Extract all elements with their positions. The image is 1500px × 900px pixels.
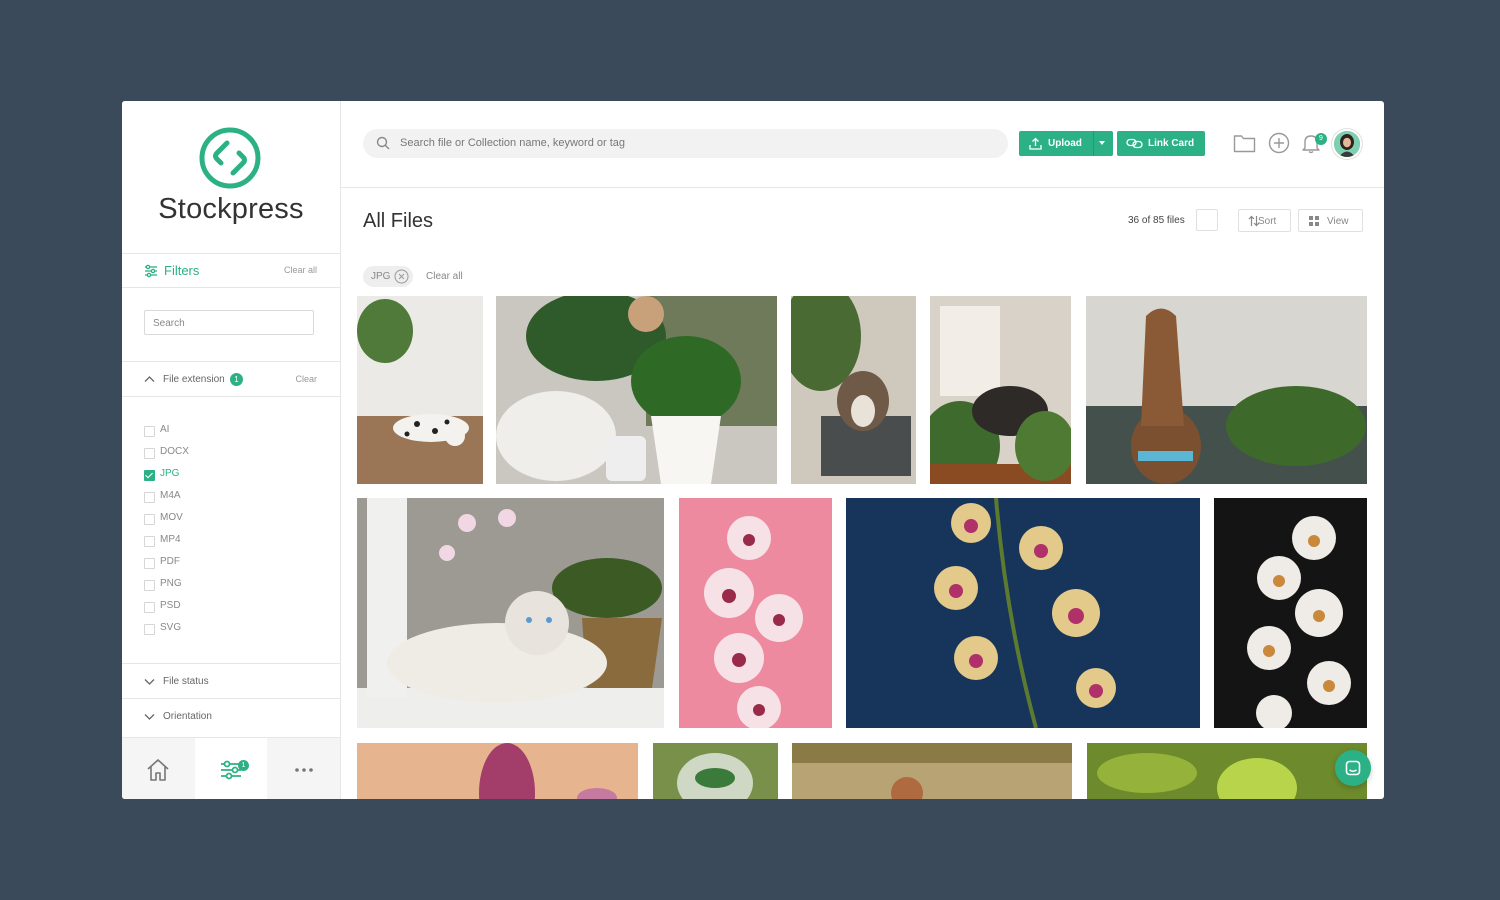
image-tile[interactable] [1214,498,1367,728]
avatar-image [1334,131,1360,157]
file-extension-count-badge: 1 [230,373,243,386]
image-tile[interactable] [792,743,1072,799]
link-card-button[interactable]: Link Card [1117,131,1205,156]
logo-area: Stockpress [122,101,340,254]
chip-label: JPG [371,271,391,282]
add-circle-icon[interactable] [1268,132,1290,154]
checkbox[interactable] [144,602,155,613]
extension-label: SVG [160,622,182,633]
sort-label: Sort [1258,216,1277,227]
nav-filters[interactable]: 1 [195,738,267,799]
chevron-down-icon [144,679,155,685]
file-status-label: File status [163,676,209,687]
main-area: Search file or Collection name, keyword … [341,101,1384,799]
checkbox[interactable] [144,624,155,635]
image-tile[interactable] [357,743,638,799]
image-tile[interactable] [653,743,778,799]
file-count: 36 of 85 files [1128,215,1185,226]
extension-label: M4A [160,490,181,501]
upload-button[interactable]: Upload [1019,131,1113,156]
chevron-down-icon [144,714,155,720]
caret-down-icon[interactable] [1099,141,1105,145]
filters-header: Filters Clear all [122,254,340,288]
close-circle-icon[interactable] [394,269,409,284]
checkbox[interactable] [144,492,155,503]
clear-all-chips-link[interactable]: Clear all [426,271,463,282]
select-all-button[interactable] [1196,209,1218,231]
divider [122,396,340,397]
notification-count-badge: 9 [1315,133,1327,145]
chevron-up-icon [144,376,155,382]
extension-label: PSD [160,600,181,611]
extension-label: MP4 [160,534,181,545]
file-status-section-header[interactable]: File status [122,663,340,698]
chat-icon [1345,760,1361,776]
nav-more[interactable] [268,738,340,799]
app-window: Stockpress Filters Clear all Search File… [122,101,1384,799]
file-extension-label: File extension [163,374,225,385]
image-tile[interactable] [496,296,777,484]
extension-label: DOCX [160,446,189,457]
nav-home[interactable] [122,738,194,799]
image-tile[interactable] [791,296,916,484]
checkbox-checked[interactable] [144,470,155,481]
folder-icon[interactable] [1233,133,1256,153]
link-icon [1126,138,1143,149]
checkbox[interactable] [144,448,155,459]
upload-icon [1029,137,1042,150]
bottom-nav: 1 [122,737,340,799]
extension-label: AI [160,424,170,435]
chat-support-button[interactable] [1335,750,1371,786]
extension-label: MOV [160,512,183,523]
stockpress-logo-icon [199,127,261,189]
view-button[interactable]: View [1298,209,1363,232]
active-filter-chip[interactable]: JPG [363,266,413,287]
orientation-section-header[interactable]: Orientation [122,698,340,733]
link-card-label: Link Card [1148,138,1195,149]
image-tile[interactable] [357,498,664,728]
image-tile[interactable] [846,498,1200,728]
page-title: All Files [363,210,434,232]
filters-count-badge: 1 [238,760,249,771]
filters-clear-all-link[interactable]: Clear all [284,265,317,275]
image-tile[interactable] [1087,743,1367,799]
user-avatar[interactable] [1332,129,1362,159]
brand-name: Stockpress [158,193,304,225]
checkbox[interactable] [144,580,155,591]
sort-button[interactable]: Sort [1238,209,1291,232]
sliders-icon [145,264,157,278]
extension-label: PDF [160,556,180,567]
image-tile[interactable] [679,498,832,728]
checkbox[interactable] [144,426,155,437]
search-placeholder: Search file or Collection name, keyword … [400,137,625,149]
search-icon [376,136,390,150]
image-tile[interactable] [1086,296,1367,484]
filter-search-input[interactable]: Search [144,310,314,335]
file-extension-clear-link[interactable]: Clear [295,374,317,384]
view-label: View [1327,216,1349,227]
checkbox[interactable] [144,558,155,569]
grid-view-icon [1309,216,1319,226]
image-tile[interactable] [357,296,483,484]
split-divider [1093,131,1094,156]
image-tile[interactable] [930,296,1071,484]
global-search-input[interactable]: Search file or Collection name, keyword … [363,129,1008,158]
checkbox[interactable] [144,536,155,547]
top-bar: Search file or Collection name, keyword … [341,101,1384,188]
home-icon [147,759,169,781]
extension-label: JPG [160,468,180,479]
upload-label: Upload [1048,138,1082,149]
sidebar: Stockpress Filters Clear all Search File… [122,101,341,799]
checkbox[interactable] [144,514,155,525]
more-icon [295,768,313,772]
extension-label: PNG [160,578,182,589]
orientation-label: Orientation [163,711,212,722]
file-extension-section-header[interactable]: File extension 1 Clear [122,361,340,396]
filters-title: Filters [164,263,200,278]
